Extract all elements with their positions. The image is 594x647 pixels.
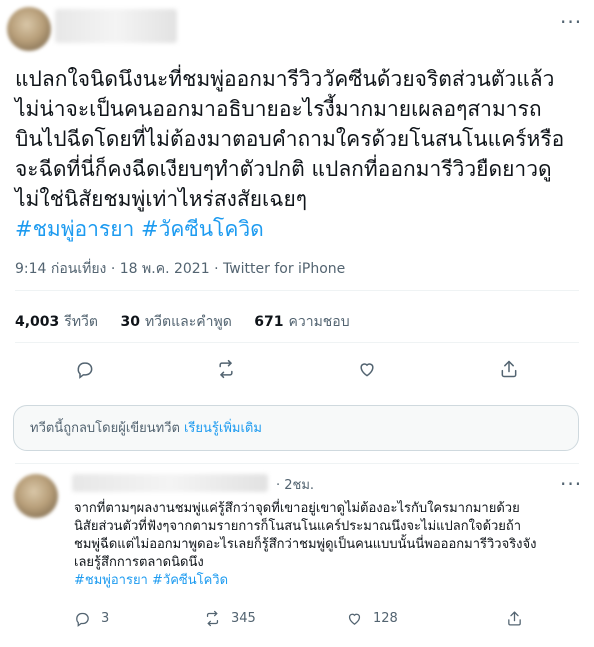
heart-icon[interactable] (354, 356, 380, 382)
tweet-time[interactable]: 9:14 ก่อนเที่ยง (15, 261, 106, 277)
tweet-date[interactable]: 18 พ.ค. 2021 (120, 261, 210, 277)
reply-count: 3 (101, 611, 110, 626)
retweet-icon[interactable] (213, 356, 239, 382)
hashtag-link[interactable]: #วัคซีนโควิด (152, 573, 228, 588)
divider (15, 342, 579, 343)
like-count: 128 (373, 611, 398, 626)
tweet-text: แปลกใจนิดนึงนะที่ชมพู่ออกมารีวิววัคซีนด้… (15, 64, 580, 244)
reply-time[interactable]: · 2ชม. (276, 474, 314, 495)
tweet-text-line: จะฉีดที่นี่ก็คงฉีดเงียบๆทำตัวปกติ แปลกที… (15, 157, 552, 181)
comment-icon[interactable] (72, 356, 98, 382)
share-icon[interactable] (496, 356, 522, 382)
retweets-stat[interactable]: 4,003 รีทวีต (15, 314, 98, 330)
hashtag-link[interactable]: #วัคซีนโควิด (141, 217, 264, 241)
reply-text-line: นิสัยส่วนตัวที่ฟังๆจากตามรายการก็โนสนโนแ… (74, 519, 522, 534)
reply-action-bar: 3 345 128 (74, 610, 579, 630)
learn-more-link[interactable]: เรียนรู้เพิ่มเติม (184, 421, 262, 436)
likes-stat[interactable]: 671 ความชอบ (254, 314, 349, 330)
hashtag-link[interactable]: #ชมพู่อารยา (15, 217, 134, 241)
share-icon (508, 611, 521, 626)
retweet-icon (206, 610, 219, 627)
reply-retweet-button[interactable]: 345 (204, 610, 256, 627)
tweet-meta: 9:14 ก่อนเที่ยง · 18 พ.ค. 2021 · Twitter… (15, 258, 345, 280)
tweet-text-line: ไม่ใช่นิสัยชมพู่เท่าไหร่สงสัยเฉยๆ (15, 187, 308, 211)
divider (15, 463, 579, 464)
tweet-stats: 4,003 รีทวีต 30 ทวีตและคำพูด 671 ความชอบ (15, 311, 368, 333)
heart-icon (348, 613, 361, 625)
reply-text: จากที่ตามๆผลงานชมพู่แค่รู้สึกว่าจุดที่เข… (74, 500, 579, 590)
reply-author-name-redacted[interactable] (72, 474, 268, 492)
reply-text-line: จากที่ตามๆผลงานชมพู่แค่รู้สึกว่าจุดที่เข… (74, 501, 520, 516)
reply-text-line: เลยรู้สึกการตลาดนิดนึง (74, 555, 204, 570)
divider (15, 290, 579, 291)
tweet-text-line: แปลกใจนิดนึงนะที่ชมพู่ออกมารีวิววัคซีนด้… (15, 67, 555, 91)
tweet-text-line: ไม่น่าจะเป็นคนออกมาอธิบายอะไรงี้มากมายเผ… (15, 97, 542, 121)
tweet-source[interactable]: Twitter for iPhone (223, 261, 345, 277)
author-name-redacted[interactable] (55, 9, 177, 43)
more-icon[interactable]: ··· (560, 474, 582, 494)
reply-text-line: ชมพู่ฉีดแต่ไม่ออกมาพูดอะไรเลยก็รู้สึกว่า… (74, 537, 537, 552)
deleted-tweet-notice: ทวีตนี้ถูกลบโดยผู้เขียนทวีต เรียนรู้เพิ่ม… (13, 405, 579, 451)
reply-like-button[interactable]: 128 (346, 610, 398, 627)
author-avatar[interactable] (7, 7, 51, 51)
comment-icon (76, 612, 89, 627)
quotes-stat[interactable]: 30 ทวีตและคำพูด (120, 314, 231, 330)
tweet-text-line: บินไปฉีดโดยที่ไม่ต้องมาตอบคำถามใครด้วยโน… (15, 127, 565, 151)
more-icon[interactable]: ··· (560, 12, 582, 32)
tweet-action-bar (15, 356, 579, 382)
reply-author-avatar[interactable] (14, 474, 58, 518)
meta-separator: · (214, 261, 219, 277)
reply-comment-button[interactable]: 3 (74, 610, 109, 627)
hashtag-link[interactable]: #ชมพู่อารยา (74, 573, 148, 588)
meta-separator: · (110, 261, 116, 277)
retweet-count: 345 (231, 611, 256, 626)
reply-share-button[interactable] (506, 610, 533, 627)
deleted-notice-text: ทวีตนี้ถูกลบโดยผู้เขียนทวีต (30, 421, 180, 436)
